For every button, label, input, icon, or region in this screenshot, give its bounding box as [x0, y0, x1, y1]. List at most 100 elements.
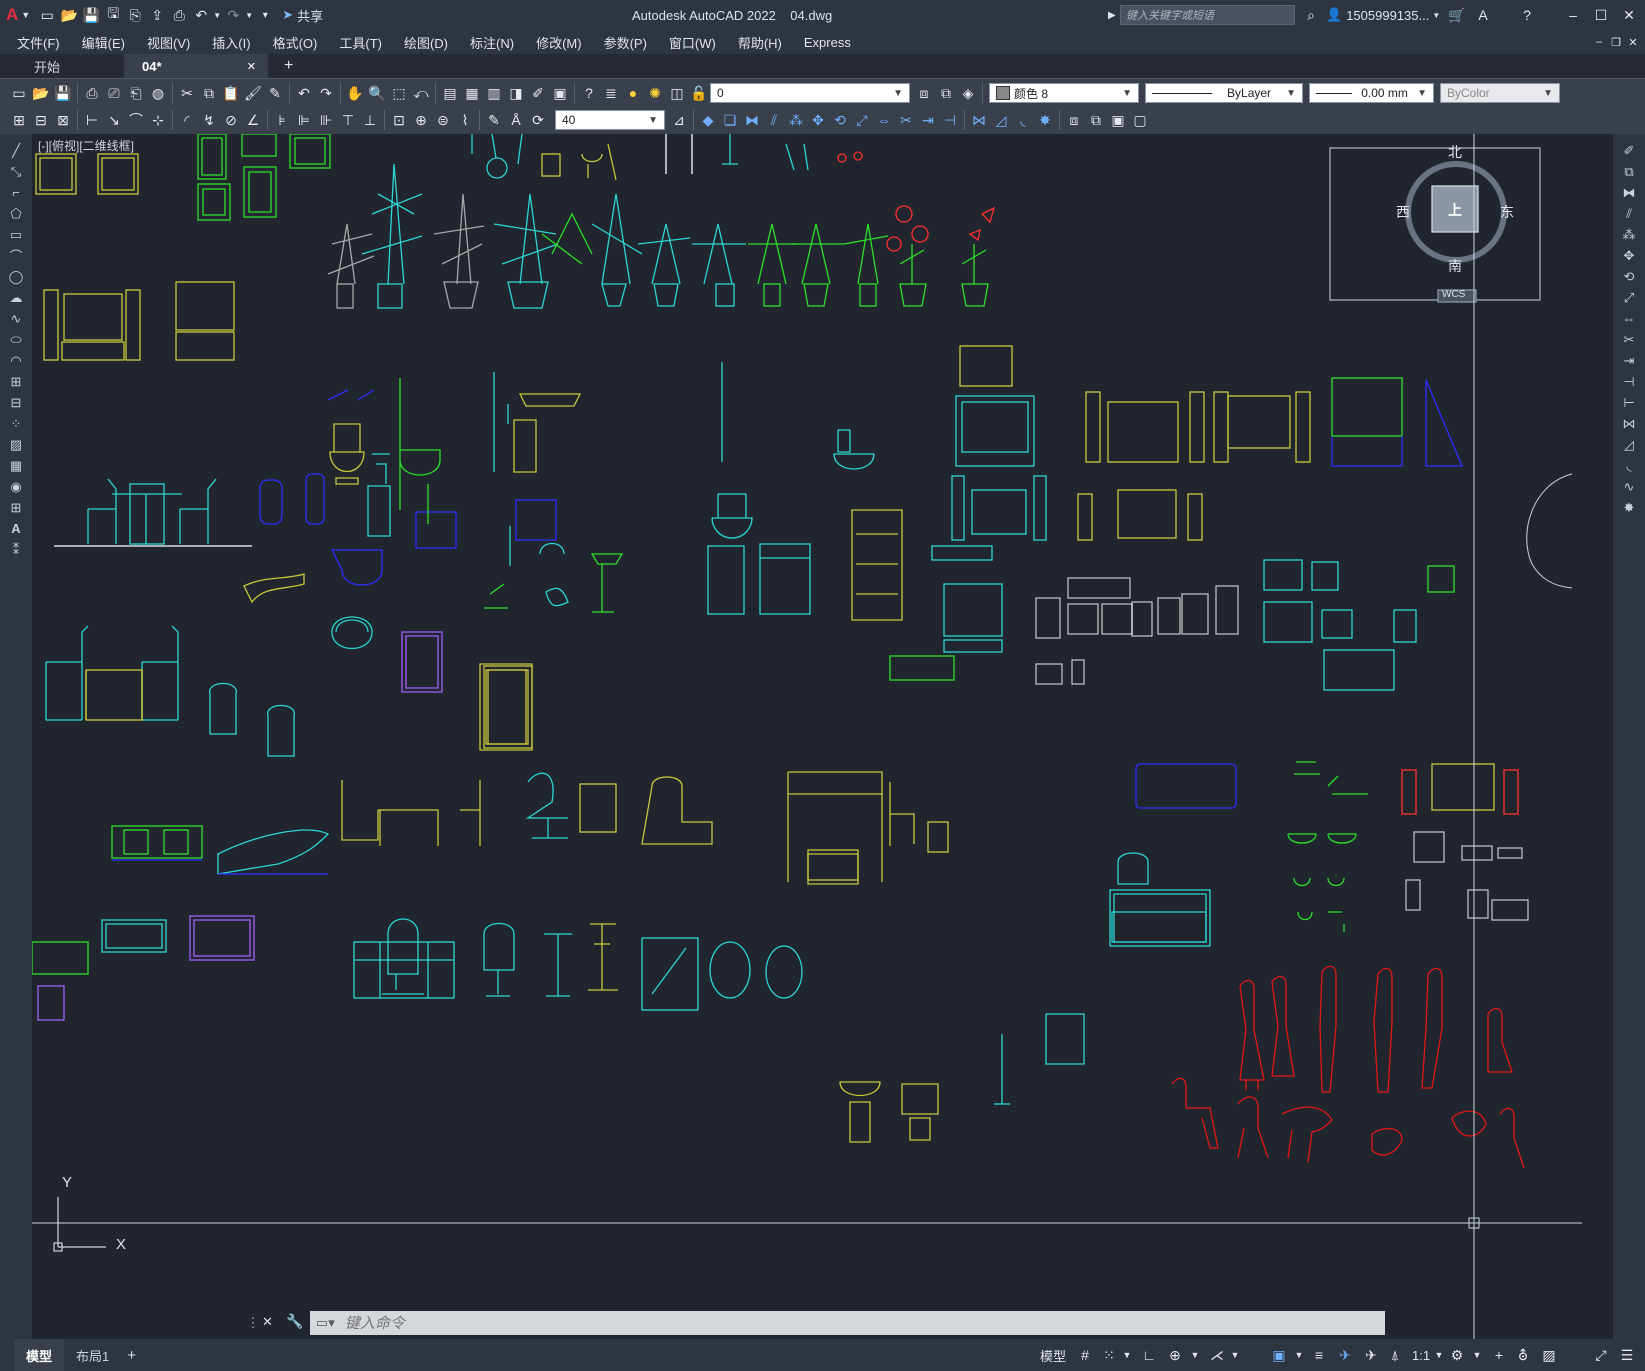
menu-help[interactable]: 帮助(H) [727, 33, 793, 52]
rectangle-icon[interactable]: ▭ [5, 224, 27, 245]
paste-icon[interactable]: 📋 [220, 82, 242, 104]
table-style-icon[interactable]: ⊠ [52, 109, 74, 131]
multiline-text-icon[interactable]: A [5, 518, 27, 539]
drawing-canvas[interactable]: [-][俯视][二维线框] 北 西 东 南 上 WCS Y X [32, 134, 1613, 1339]
model-space-button[interactable]: 模型 [1040, 1346, 1066, 1365]
menu-edit[interactable]: 编辑(E) [71, 33, 136, 52]
new-file-icon[interactable]: ▭ [36, 4, 58, 26]
linetype-select[interactable]: ByLayer ▼ [1145, 83, 1303, 103]
circle-icon[interactable]: ◯ [5, 266, 27, 287]
linear-dim-icon[interactable]: ⊢ [81, 109, 103, 131]
menu-draw[interactable]: 绘图(D) [393, 33, 459, 52]
plot-preview-icon[interactable]: ⎚ [103, 82, 125, 104]
break-icon[interactable]: ⊣ [939, 109, 961, 131]
dim-style-icon[interactable]: ⊿ [668, 109, 690, 131]
draworder-above-icon[interactable]: ▣ [1107, 109, 1129, 131]
command-customize-icon[interactable]: 🔧 [286, 1313, 303, 1330]
angular-dim-icon[interactable]: ∠ [242, 109, 264, 131]
annotation-scale-icon[interactable]: ⍋ [1384, 1344, 1406, 1366]
ortho-icon[interactable]: ∟ [1138, 1344, 1160, 1366]
save-web-icon[interactable]: ⇪ [146, 4, 168, 26]
qnew-icon[interactable]: ▭ [8, 82, 30, 104]
expand-arrow-icon[interactable]: ▶ [1108, 10, 1116, 21]
add-icon[interactable]: + [1488, 1344, 1510, 1366]
offset-icon[interactable]: ⫽ [1618, 203, 1640, 224]
extend-icon[interactable]: ⇥ [1618, 350, 1640, 371]
tolerance-icon[interactable]: ⊡ [388, 109, 410, 131]
polar-icon[interactable]: ⊕ [1164, 1344, 1186, 1366]
chevron-down-icon[interactable]: ▼ [1184, 1344, 1206, 1366]
erase-icon[interactable]: ✐ [1618, 140, 1640, 161]
make-block-icon[interactable]: ⊟ [5, 392, 27, 413]
quickcalc-icon[interactable]: ▣ [549, 82, 571, 104]
array-icon[interactable]: ⁂ [785, 109, 807, 131]
dim-text-edit-icon[interactable]: Å [505, 109, 527, 131]
search-input[interactable]: 键入关键字或短语 [1120, 5, 1295, 25]
markup-icon[interactable]: ✐ [527, 82, 549, 104]
viewcube-west[interactable]: 西 [1396, 202, 1410, 222]
join-icon[interactable]: ⋈ [968, 109, 990, 131]
ellipse-icon[interactable]: ⬭ [5, 329, 27, 350]
insert-block-icon[interactable]: ⊞ [5, 371, 27, 392]
autodesk-app-icon[interactable]: A [1472, 4, 1494, 26]
command-line-handle[interactable]: ⋮ [246, 1311, 260, 1335]
spline-icon[interactable]: ∿ [5, 308, 27, 329]
continue-dim-icon[interactable]: ⊪ [315, 109, 337, 131]
annotation-visibility-icon[interactable]: ✈ [1334, 1344, 1356, 1366]
rotate-icon[interactable]: ⟲ [1618, 266, 1640, 287]
redo-icon[interactable]: ↷ [222, 4, 244, 26]
customize-qat-icon[interactable]: ▾ [254, 4, 276, 26]
object-snap-icon[interactable]: ▣ [1268, 1344, 1290, 1366]
copy-icon[interactable]: ⧉ [1618, 161, 1640, 182]
workspace-icon[interactable]: ⊞ [8, 109, 30, 131]
viewcube-south[interactable]: 南 [1448, 256, 1462, 276]
mirror-icon[interactable]: ⧓ [741, 109, 763, 131]
layer-properties-icon[interactable]: ≣ [600, 82, 622, 104]
minimize-icon[interactable]: – [1562, 4, 1584, 26]
revcloud-icon[interactable]: ☁ [5, 287, 27, 308]
menu-express[interactable]: Express [793, 35, 862, 50]
command-line[interactable]: ▭▾ [310, 1311, 1385, 1335]
open-file-icon[interactable]: 📂 [58, 4, 80, 26]
viewcube[interactable] [1329, 147, 1541, 303]
diameter-dim-icon[interactable]: ⊘ [220, 109, 242, 131]
3d-print-icon[interactable]: ◍ [147, 82, 169, 104]
fillet-icon[interactable]: ◟ [1012, 109, 1034, 131]
point-icon[interactable]: ⁘ [5, 413, 27, 434]
fillet-icon[interactable]: ◟ [1618, 455, 1640, 476]
user-account[interactable]: 👤 1505999135... ▼ [1326, 7, 1440, 23]
baseline-dim-icon[interactable]: ⊫ [293, 109, 315, 131]
draworder-back-icon[interactable]: ⧉ [1085, 109, 1107, 131]
explode-icon[interactable]: ✸ [1034, 109, 1056, 131]
trim-icon[interactable]: ✂ [1618, 329, 1640, 350]
command-close-icon[interactable]: ✕ [262, 1314, 273, 1330]
layer-states-icon[interactable]: ◈ [957, 82, 979, 104]
freeze-icon[interactable]: ◫ [666, 82, 688, 104]
lineweight-select[interactable]: 0.00 mm ▼ [1309, 83, 1434, 103]
menu-parametric[interactable]: 参数(P) [593, 33, 658, 52]
tab-04-dwg[interactable]: 04* ✕ [124, 54, 268, 78]
break-icon[interactable]: ⊢ [1618, 392, 1640, 413]
stretch-icon[interactable]: ⇔ [873, 109, 895, 131]
draworder-front-icon[interactable]: ⧈ [1063, 109, 1085, 131]
polygon-icon[interactable]: ⬠ [5, 203, 27, 224]
tool-palettes-icon[interactable]: ▥ [483, 82, 505, 104]
save-icon[interactable]: 💾 [52, 82, 74, 104]
chevron-down-icon[interactable]: ▼ [1116, 1344, 1138, 1366]
open-web-icon[interactable]: ⎘ [124, 4, 146, 26]
grid-icon[interactable]: # [1074, 1344, 1096, 1366]
jogged-linear-icon[interactable]: ⌇ [454, 109, 476, 131]
dim-space-icon[interactable]: ⊤ [337, 109, 359, 131]
block-editor-icon[interactable]: ✎ [264, 82, 286, 104]
dim-scale-select[interactable]: 40 ▼ [555, 110, 665, 130]
ordinate-dim-icon[interactable]: ⊹ [147, 109, 169, 131]
zoom-realtime-icon[interactable]: 🔍 [366, 82, 388, 104]
chamfer-icon[interactable]: ◿ [990, 109, 1012, 131]
plotstyle-select[interactable]: ByColor ▼ [1440, 83, 1560, 103]
radius-dim-icon[interactable]: ◜ [176, 109, 198, 131]
menu-file[interactable]: 文件(F) [6, 33, 71, 52]
menu-format[interactable]: 格式(O) [262, 33, 329, 52]
extend-icon[interactable]: ⇥ [917, 109, 939, 131]
stretch-icon[interactable]: ⇔ [1618, 308, 1640, 329]
copy-icon[interactable]: ⧉ [198, 82, 220, 104]
